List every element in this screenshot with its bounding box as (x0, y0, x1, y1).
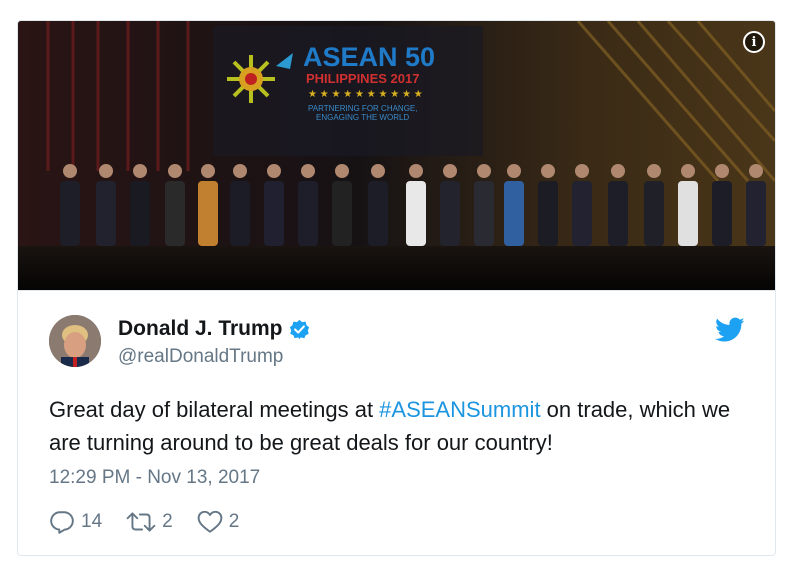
leader-head (201, 164, 215, 178)
heart-icon (197, 510, 223, 533)
asean-stage-image: ASEAN 50 PHILIPPINES 2017 ★ ★ ★ ★ ★ ★ ★ … (18, 21, 775, 290)
leader-head (63, 164, 77, 178)
tweet-card[interactable]: ASEAN 50 PHILIPPINES 2017 ★ ★ ★ ★ ★ ★ ★ … (17, 20, 776, 556)
leader-head (371, 164, 385, 178)
leader-head (335, 164, 349, 178)
leader-figure (368, 181, 388, 246)
leader-figure (264, 181, 284, 246)
tweet-text: Great day of bilateral meetings at #ASEA… (49, 393, 749, 459)
leader-figure (608, 181, 628, 246)
svg-text:ASEAN 50: ASEAN 50 (303, 42, 435, 72)
leader-head (301, 164, 315, 178)
tweet-actions: 14 2 2 (49, 510, 263, 534)
hashtag-link[interactable]: #ASEANSummit (379, 397, 540, 422)
leader-head (681, 164, 695, 178)
leader-head (647, 164, 661, 178)
svg-text:ENGAGING THE WORLD: ENGAGING THE WORLD (316, 113, 409, 122)
leader-head (233, 164, 247, 178)
tweet-timestamp[interactable]: 12:29 PM - Nov 13, 2017 (49, 467, 260, 489)
retweet-icon (126, 512, 156, 532)
leader-head (99, 164, 113, 178)
leader-head (168, 164, 182, 178)
leader-figure (165, 181, 185, 246)
svg-text:PARTNERING FOR CHANGE,: PARTNERING FOR CHANGE, (308, 104, 418, 113)
avatar-image (49, 315, 101, 367)
leader-figure (712, 181, 732, 246)
leader-head (267, 164, 281, 178)
leader-figure (538, 181, 558, 246)
twitter-bird-icon[interactable] (715, 317, 745, 343)
leader-figure (406, 181, 426, 246)
leader-figure (678, 181, 698, 246)
reply-icon (50, 511, 74, 534)
leader-head (611, 164, 625, 178)
retweet-count: 2 (162, 511, 173, 532)
leader-figure (572, 181, 592, 246)
leader-figure (230, 181, 250, 246)
leader-head (749, 164, 763, 178)
svg-text:★ ★ ★ ★ ★ ★ ★ ★ ★ ★: ★ ★ ★ ★ ★ ★ ★ ★ ★ ★ (308, 89, 423, 100)
leader-head (715, 164, 729, 178)
leader-figure (198, 181, 218, 246)
leader-figure (504, 181, 524, 246)
leader-figure (96, 181, 116, 246)
verified-badge-icon (289, 319, 309, 339)
leader-figure (440, 181, 460, 246)
like-count: 2 (228, 511, 240, 532)
leader-figure (644, 181, 664, 246)
tweet-text-start: Great day of bilateral meetings at (49, 397, 380, 422)
reply-button[interactable]: 14 (49, 510, 102, 534)
avatar[interactable] (49, 315, 101, 367)
tweet-photo[interactable]: ASEAN 50 PHILIPPINES 2017 ★ ★ ★ ★ ★ ★ ★ … (18, 21, 775, 290)
leader-figure (746, 181, 766, 246)
author-name[interactable]: Donald J. Trump (118, 317, 310, 341)
svg-text:PHILIPPINES 2017: PHILIPPINES 2017 (306, 71, 419, 86)
author-name-text: Donald J. Trump (118, 317, 283, 340)
leader-head (575, 164, 589, 178)
leader-head (507, 164, 521, 178)
leader-head (133, 164, 147, 178)
info-icon[interactable]: i (743, 31, 765, 53)
leader-figure (130, 181, 150, 246)
leader-head (541, 164, 555, 178)
author-handle[interactable]: @realDonaldTrump (118, 346, 283, 368)
leader-head (477, 164, 491, 178)
leader-figure (332, 181, 352, 246)
leader-head (409, 164, 423, 178)
retweet-button[interactable]: 2 (126, 510, 173, 534)
like-button[interactable]: 2 (197, 510, 240, 534)
leader-head (443, 164, 457, 178)
leader-figure (60, 181, 80, 246)
reply-count: 14 (81, 511, 103, 532)
divider (18, 290, 775, 291)
leader-figure (298, 181, 318, 246)
leader-figure (474, 181, 494, 246)
